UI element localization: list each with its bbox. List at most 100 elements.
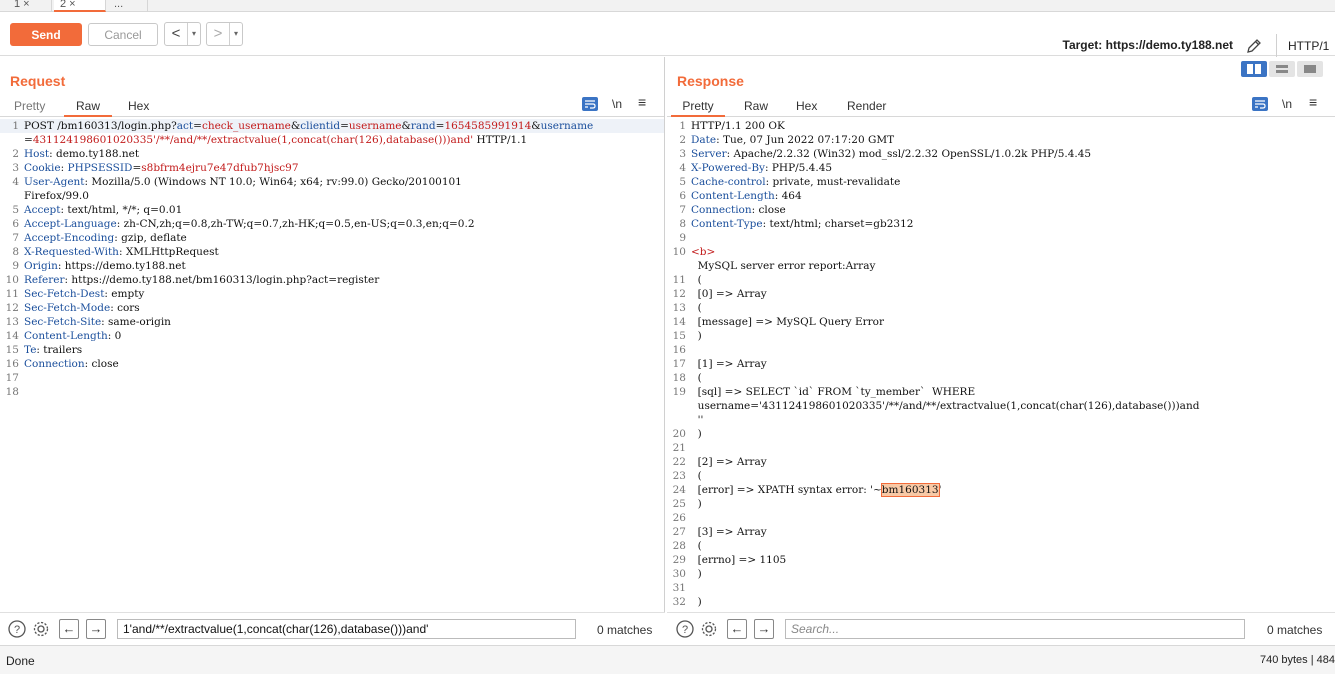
request-editor[interactable]: 1 POST /bm160313/login.php?act=check_user… [0,119,664,609]
show-newlines-toggle[interactable]: \n [612,97,622,111]
token: : cors [110,302,140,314]
token: MySQL server error report:Array [691,260,876,272]
token: : XMLHttpRequest [118,246,219,258]
token: Te [24,344,37,356]
token: = [340,120,349,132]
response-tab-raw[interactable]: Raw [744,98,768,117]
request-menu-icon[interactable]: ≡ [638,94,646,110]
line-text: Content-Type: text/html; charset=gb2312 [691,217,913,231]
response-viewer[interactable]: 1 HTTP/1.1 200 OK 2 Date: Tue, 07 Jun 2022 … [667,119,1335,609]
response-help-icon[interactable]: ? [676,620,694,638]
line-number: 21 [672,442,686,454]
svg-text:?: ? [682,624,688,636]
request-line: 2 Host: demo.ty188.net [0,147,664,161]
response-wrap-lines-icon[interactable] [1252,97,1268,111]
response-search-input[interactable] [785,619,1245,639]
line-number: 7 [12,232,19,244]
response-tab-pretty[interactable]: Pretty [671,98,725,117]
response-show-newlines-toggle[interactable]: \n [1282,97,1292,111]
line-text: HTTP/1.1 200 OK [691,119,785,133]
token: act [176,120,194,132]
token: ) [691,568,702,580]
layout-tabs-button[interactable] [1297,61,1323,77]
token: : private, must-revalidate [765,176,901,188]
token: ( [691,302,702,314]
back-button[interactable]: < [165,23,187,45]
response-line: 9 [667,231,1335,245]
line-text: Sec-Fetch-Mode: cors [24,301,140,315]
http-version-selector[interactable]: HTTP/1 [1288,39,1329,53]
forward-button[interactable]: > [207,23,229,45]
request-tab-hex[interactable]: Hex [128,98,149,117]
line-text: [1] => Array [691,357,767,371]
layout-stacked-button[interactable] [1269,61,1295,77]
response-line: 17 [1] => Array [667,357,1335,371]
response-search-next-button[interactable]: → [754,619,774,639]
token: Referer [24,274,65,286]
status-bar: Done 740 bytes | 484 [0,645,1335,674]
line-text: X-Powered-By: PHP/5.4.45 [691,161,832,175]
line-number: 8 [679,218,686,230]
forward-dropdown[interactable]: ▾ [229,23,242,45]
token: = [24,134,33,146]
response-settings-gear-icon[interactable] [700,620,718,638]
send-button[interactable]: Send [10,23,82,46]
response-search-previous-button[interactable]: ← [727,619,747,639]
response-line: MySQL server error report:Array [667,259,1335,273]
cancel-button[interactable]: Cancel [88,23,158,46]
search-previous-button[interactable]: ← [59,619,79,639]
response-line: 1 HTTP/1.1 200 OK [667,119,1335,133]
line-text: Content-Length: 464 [691,189,802,203]
response-line: 4 X-Powered-By: PHP/5.4.45 [667,161,1335,175]
response-line: 23 ( [667,469,1335,483]
token: : PHP/5.4.45 [764,162,833,174]
request-line: 4 User-Agent: Mozilla/5.0 (Windows NT 10.… [0,175,664,189]
new-tab-button[interactable]: ... [108,0,148,12]
token: <b> [691,246,716,258]
response-menu-icon[interactable]: ≡ [1309,94,1317,110]
token: Sec-Fetch-Mode [24,302,111,314]
token: : https://demo.ty188.net/bm160313/login.… [64,274,380,286]
response-size: 740 bytes | 484 [1259,654,1335,666]
response-line: 14 [message] => MySQL Query Error [667,315,1335,329]
token: ) [691,428,702,440]
settings-gear-icon[interactable] [32,620,50,638]
token: : https://demo.ty188.net [57,260,186,272]
edit-target-icon[interactable] [1244,36,1264,56]
help-icon[interactable]: ? [8,620,26,638]
repeater-tab-1[interactable]: 1 × [8,0,52,12]
line-text: ( [691,273,702,287]
line-number: 18 [5,386,19,398]
token: Firefox/99.0 [24,190,89,202]
line-text: Accept-Encoding: gzip, deflate [24,231,187,245]
token: 431124198601020335'/**/and/**/extractval… [32,134,474,146]
repeater-tab-2[interactable]: 2 × [54,0,106,12]
history-back-group: < ▾ [164,22,201,46]
line-text: Connection: close [691,203,786,217]
line-text: X-Requested-With: XMLHttpRequest [24,245,219,259]
line-number: 4 [679,162,686,174]
search-next-button[interactable]: → [86,619,106,639]
response-match-count: 0 matches [1267,623,1323,637]
line-number: 18 [672,372,686,384]
request-tab-pretty[interactable]: Pretty [14,98,45,117]
request-match-count: 0 matches [597,623,653,637]
response-tab-hex[interactable]: Hex [796,98,817,117]
line-text: Cache-control: private, must-revalidate [691,175,900,189]
layout-toggle-group [1241,61,1323,77]
token: clientid [300,120,341,132]
token: X-Powered-By [691,162,765,174]
line-text: ) [691,329,702,343]
token: ' [938,484,942,496]
token: & [290,120,301,132]
response-line: 29 [errno] => 1105 [667,553,1335,567]
line-text: [sql] => SELECT `id` FROM `ty_member` WH… [691,385,975,399]
back-dropdown[interactable]: ▾ [187,23,200,45]
response-tab-render[interactable]: Render [847,98,886,117]
wrap-lines-icon[interactable] [582,97,598,111]
token: ( [691,540,702,552]
layout-side-by-side-button[interactable] [1241,61,1267,77]
request-tab-raw[interactable]: Raw [64,98,112,117]
token: Origin [24,260,58,272]
request-search-input[interactable] [117,619,576,639]
